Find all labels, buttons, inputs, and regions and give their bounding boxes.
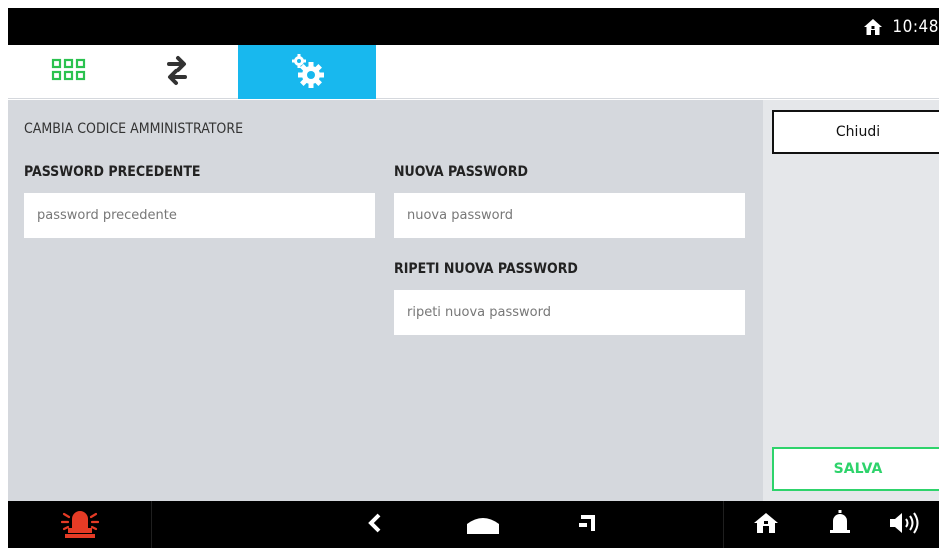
top-frame — [0, 0, 939, 8]
status-bar: 10:48 — [8, 8, 939, 45]
new-password-label: NUOVA PASSWORD — [394, 164, 528, 180]
recents-icon — [577, 511, 599, 539]
notifications-button[interactable] — [825, 501, 855, 548]
home-nav-button[interactable] — [458, 501, 508, 548]
home-icon — [753, 511, 779, 539]
repeat-password-label: RIPETI NUOVA PASSWORD — [394, 261, 578, 277]
home-icon — [863, 17, 883, 37]
bell-icon — [829, 509, 851, 541]
repeat-password-input[interactable] — [394, 290, 745, 335]
save-button[interactable]: SALVA — [772, 447, 939, 491]
tab-apps[interactable] — [8, 45, 130, 99]
tab-bar — [8, 45, 939, 99]
old-password-label: PASSWORD PRECEDENTE — [24, 164, 201, 180]
side-panel: Chiudi SALVA — [763, 100, 939, 501]
swap-arrows-icon — [164, 53, 190, 91]
new-password-input[interactable] — [394, 193, 745, 238]
alarm-icon — [60, 506, 99, 544]
close-button[interactable]: Chiudi — [772, 110, 939, 154]
volume-button[interactable] — [880, 501, 930, 548]
navigation-bar — [8, 501, 939, 548]
grid-icon — [51, 58, 87, 86]
home-status-button[interactable] — [746, 501, 786, 548]
back-icon — [367, 512, 383, 538]
form-title: CAMBIA CODICE AMMINISTRATORE — [24, 121, 244, 137]
volume-icon — [888, 510, 922, 540]
tab-transfer[interactable] — [116, 45, 238, 99]
tab-settings[interactable] — [238, 45, 376, 99]
password-form: CAMBIA CODICE AMMINISTRATORE PASSWORD PR… — [8, 100, 763, 501]
back-button[interactable] — [355, 501, 395, 548]
clock-time: 10:48 — [892, 17, 939, 37]
old-password-input[interactable] — [24, 193, 375, 238]
nav-divider — [723, 501, 724, 548]
home-icon — [465, 510, 501, 540]
alarm-button[interactable] — [8, 501, 152, 548]
recents-button[interactable] — [568, 501, 608, 548]
gears-icon — [287, 50, 327, 94]
